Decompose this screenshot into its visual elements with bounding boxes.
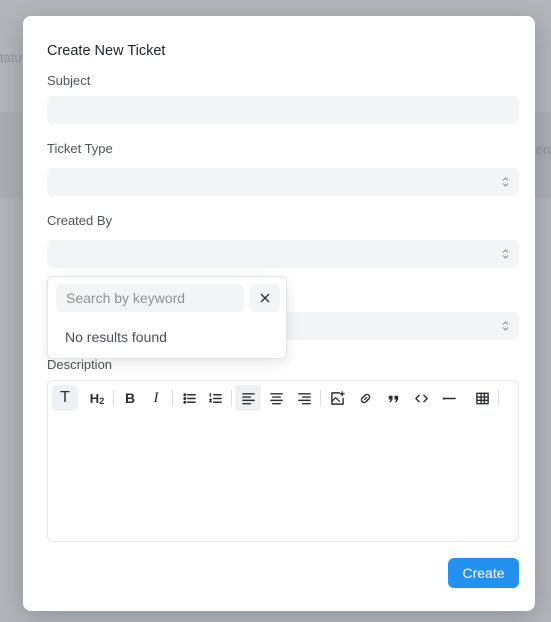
select-dropdown-popover: No results found: [47, 276, 287, 359]
link-icon: [360, 393, 370, 403]
paragraph-button[interactable]: T: [52, 385, 78, 411]
heading-level-icon: 2: [99, 395, 105, 406]
align-center-icon: [269, 392, 283, 404]
close-icon: [260, 293, 270, 303]
bold-button[interactable]: B: [117, 385, 143, 411]
italic-button[interactable]: I: [143, 385, 169, 411]
align-left-icon: [241, 392, 255, 404]
code-icon: [414, 394, 428, 402]
align-right-icon: [297, 392, 311, 404]
toolbar-divider: [320, 390, 321, 406]
italic-icon: I: [153, 389, 159, 406]
select-arrows-icon: [502, 321, 509, 331]
insert-link-button[interactable]: [352, 385, 378, 411]
select-arrows-icon: [502, 249, 509, 259]
align-left-button[interactable]: [235, 385, 261, 411]
image-add-icon: [330, 390, 345, 405]
subject-label: Subject: [47, 73, 91, 88]
description-editor[interactable]: T H2 B I: [47, 380, 519, 542]
description-label: Description: [47, 357, 113, 372]
horizontal-rule-button[interactable]: [436, 385, 462, 411]
quote-icon: [388, 395, 398, 402]
editor-toolbar: T H2 B I: [52, 385, 502, 411]
background-text-status: tatu: [0, 50, 22, 65]
bullet-list-button[interactable]: [176, 385, 202, 411]
create-button[interactable]: Create: [448, 558, 519, 588]
align-center-button[interactable]: [263, 385, 289, 411]
bullet-list-icon: [182, 392, 196, 404]
toolbar-divider: [465, 390, 466, 406]
ticket-type-select[interactable]: [47, 168, 519, 196]
dropdown-search-input[interactable]: [56, 284, 244, 312]
created-by-select[interactable]: [47, 240, 519, 268]
created-by-label: Created By: [47, 213, 113, 228]
toolbar-divider: [231, 390, 232, 406]
toolbar-divider: [113, 390, 114, 406]
horizontal-rule-icon: [442, 396, 456, 400]
bold-icon: B: [124, 390, 136, 406]
heading-icon: H: [89, 390, 100, 406]
numbered-list-icon: [208, 392, 222, 403]
create-ticket-dialog: Create New Ticket Subject Ticket Type Cr…: [23, 16, 535, 611]
heading-2-button[interactable]: H2: [84, 385, 110, 411]
text-icon: T: [60, 389, 70, 406]
subject-input[interactable]: [47, 96, 519, 124]
insert-table-button[interactable]: [469, 385, 495, 411]
ticket-type-label: Ticket Type: [47, 141, 113, 156]
align-right-button[interactable]: [291, 385, 317, 411]
select-arrows-icon: [502, 177, 509, 187]
background-text-fragment: on-: [536, 142, 551, 157]
no-results-text: No results found: [65, 329, 167, 345]
clear-search-button[interactable]: [250, 284, 280, 312]
table-icon: [475, 392, 489, 404]
toolbar-divider: [172, 390, 173, 406]
numbered-list-button[interactable]: [202, 385, 228, 411]
insert-image-button[interactable]: [324, 385, 350, 411]
toolbar-divider: [498, 390, 499, 406]
code-button[interactable]: [408, 385, 434, 411]
dialog-title: Create New Ticket: [47, 43, 166, 59]
blockquote-button[interactable]: [380, 385, 406, 411]
